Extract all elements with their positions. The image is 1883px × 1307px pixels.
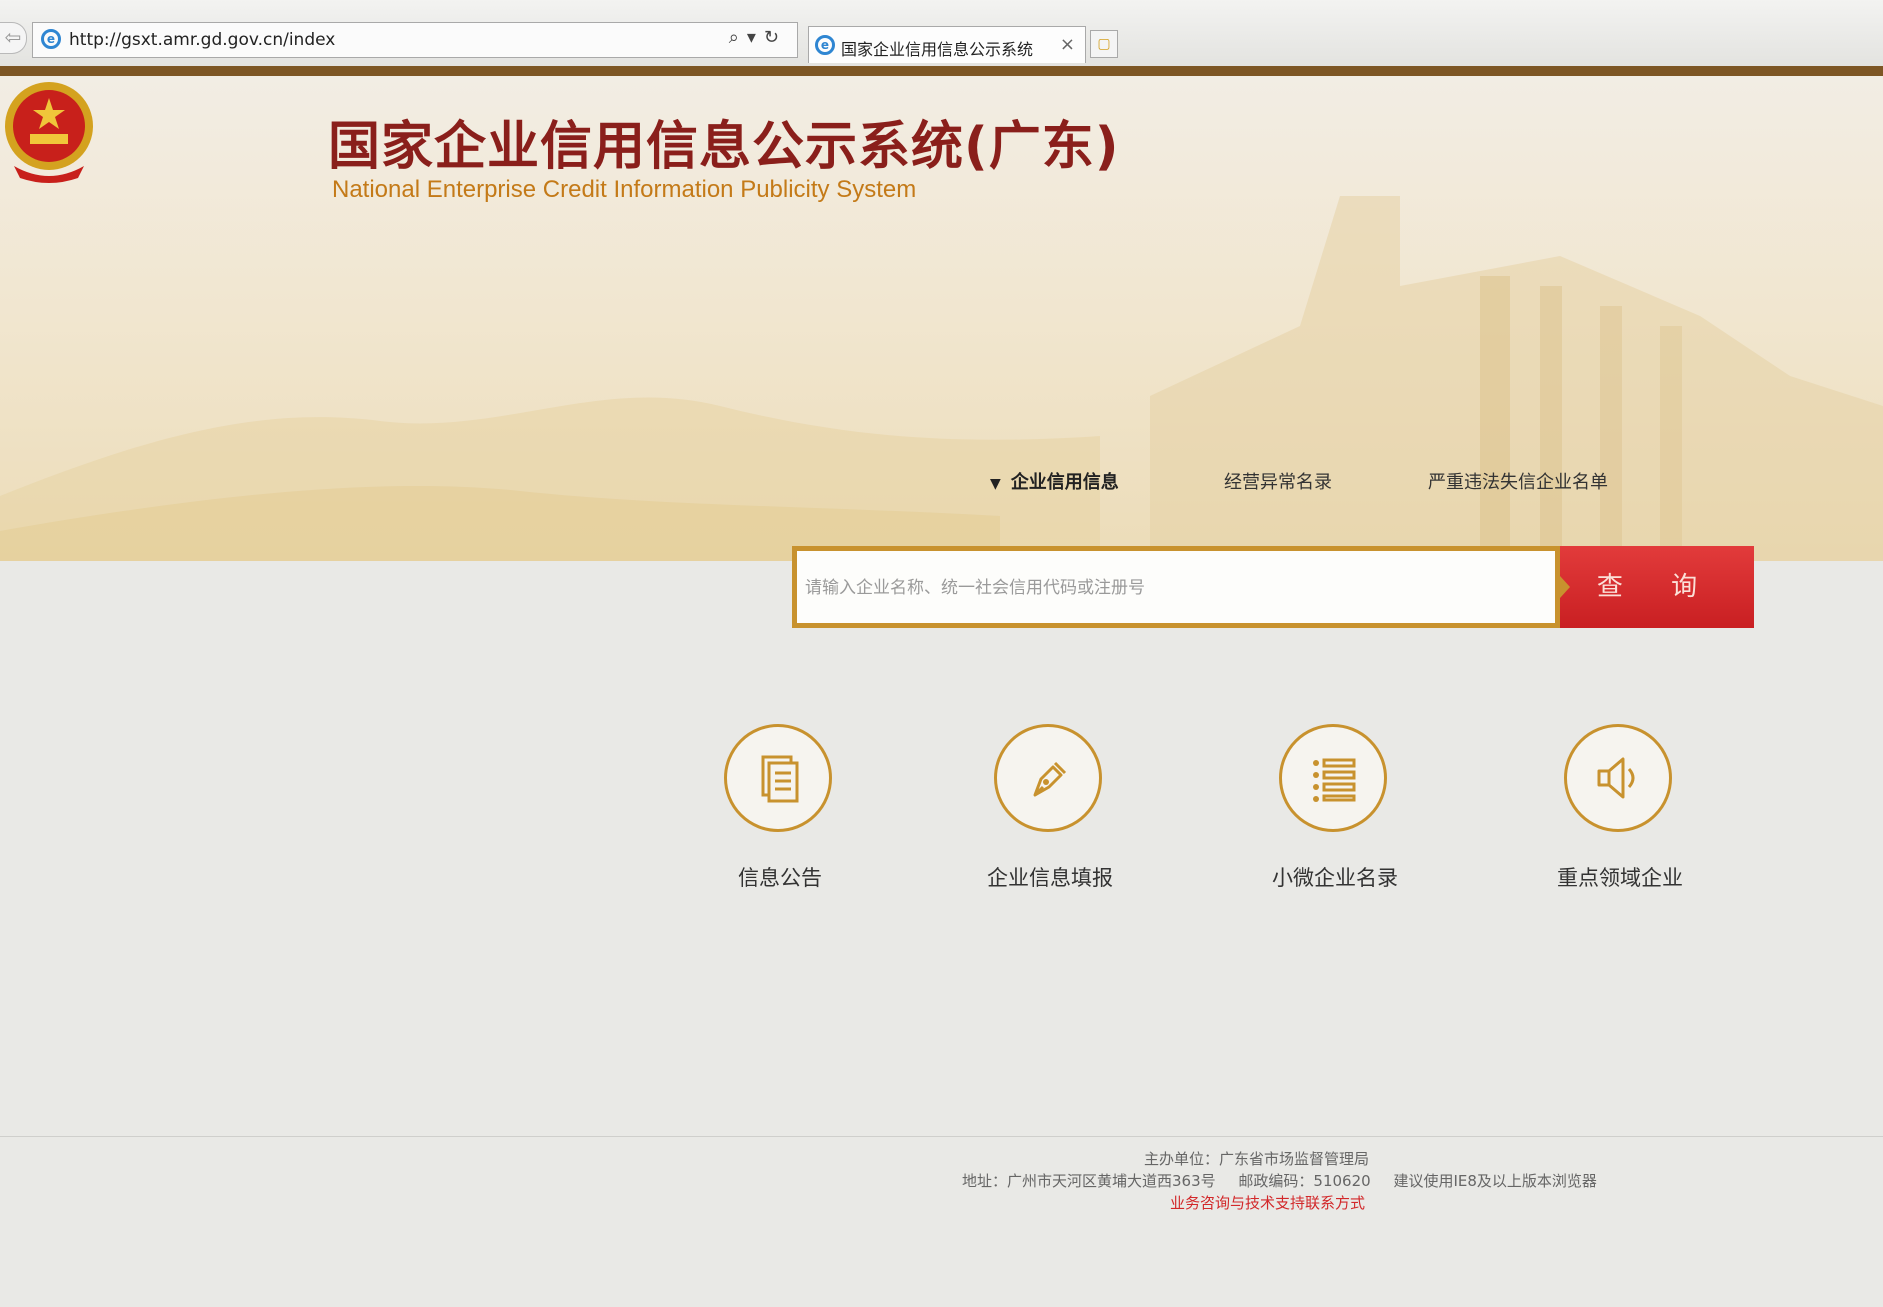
quick-link-announcement[interactable]: 信息公告 — [660, 724, 900, 924]
quick-link-label[interactable]: 企业信息填报 — [930, 862, 1170, 892]
quick-link-label[interactable]: 信息公告 — [660, 862, 900, 892]
tab-abnormal-operation[interactable]: 经营异常名录 — [1224, 468, 1332, 494]
address-bar[interactable]: e http://gsxt.amr.gd.gov.cn/index ⌕▾↻ — [32, 22, 798, 58]
quick-link-circle[interactable] — [1279, 724, 1387, 832]
browser-toolbar: ⇦ e http://gsxt.amr.gd.gov.cn/index ⌕▾↻ … — [0, 0, 1883, 67]
footer-browser-tip: 建议使用IE8及以上版本浏览器 — [1393, 1172, 1597, 1190]
search-tab-bar: ▼ 企业信用信息 经营异常名录 严重违法失信企业名单 — [990, 468, 1640, 498]
search-input-frame — [792, 546, 1560, 628]
footer-sponsor: 主办单位：广东省市场监督管理局 — [1144, 1150, 1370, 1168]
caret-down-icon: ▼ — [990, 476, 1001, 492]
quick-link-label[interactable]: 重点领域企业 — [1500, 862, 1740, 892]
search-bar: 查 询 — [792, 546, 1754, 628]
footer-divider — [0, 1136, 1883, 1137]
url-text[interactable]: http://gsxt.amr.gd.gov.cn/index — [69, 30, 335, 50]
dropdown-icon[interactable]: ▾ — [747, 27, 764, 48]
tab-enterprise-credit[interactable]: ▼ 企业信用信息 — [990, 468, 1119, 494]
ie-icon: e — [41, 29, 61, 49]
pen-icon — [1033, 761, 1067, 797]
footer-contact-link[interactable]: 业务咨询与技术支持联系方式 — [1170, 1192, 1365, 1213]
document-icon — [761, 755, 799, 803]
tab-label: 严重违法失信企业名单 — [1428, 472, 1608, 493]
site-title: 国家企业信用信息公示系统(广东) — [328, 117, 1120, 177]
tab-serious-violation[interactable]: 严重违法失信企业名单 — [1428, 468, 1608, 494]
footer-address-line: 地址：广州市天河区黄埔大道西363号 邮政编码：510620 建议使用IE8及以… — [962, 1170, 1597, 1191]
tab-label: 经营异常名录 — [1224, 472, 1332, 493]
page-body: 国家企业信用信息公示系统(广东) National Enterprise Cre… — [0, 76, 1883, 1307]
back-button[interactable]: ⇦ — [0, 22, 27, 54]
list-icon — [1313, 758, 1356, 802]
tab-label: 企业信用信息 — [1010, 472, 1119, 493]
tab-close-icon[interactable]: × — [1060, 34, 1075, 55]
quick-link-report[interactable]: 企业信息填报 — [930, 724, 1170, 924]
quick-link-circle[interactable] — [994, 724, 1102, 832]
new-tab-button[interactable]: ▢ — [1090, 30, 1118, 58]
search-button[interactable]: 查 询 — [1560, 546, 1754, 628]
header-top-bar — [0, 66, 1883, 76]
national-emblem-icon — [5, 82, 93, 183]
refresh-icon[interactable]: ↻ — [764, 27, 787, 48]
footer-address: 地址：广州市天河区黄埔大道西363号 — [962, 1172, 1216, 1190]
quick-link-label[interactable]: 小微企业名录 — [1215, 862, 1455, 892]
search-icon[interactable]: ⌕ — [729, 27, 747, 48]
browser-tab[interactable]: e 国家企业信用信息公示系统 × — [808, 26, 1086, 63]
footer-postcode: 邮政编码：510620 — [1238, 1172, 1371, 1190]
quick-link-small-business[interactable]: 小微企业名录 — [1215, 724, 1455, 924]
speaker-icon — [1597, 757, 1635, 799]
address-tools: ⌕▾↻ — [729, 27, 787, 48]
tab-ie-icon: e — [815, 35, 835, 55]
quick-link-key-sector[interactable]: 重点领域企业 — [1500, 724, 1740, 924]
quick-link-circle[interactable] — [724, 724, 832, 832]
search-input[interactable] — [803, 551, 1547, 625]
quick-links: 信息公告 企业信息填报 小微企业名录 重点领域企业 — [660, 724, 1700, 924]
tab-title: 国家企业信用信息公示系统 — [841, 40, 1034, 59]
site-subtitle: National Enterprise Credit Information P… — [332, 176, 917, 203]
quick-link-circle[interactable] — [1564, 724, 1672, 832]
